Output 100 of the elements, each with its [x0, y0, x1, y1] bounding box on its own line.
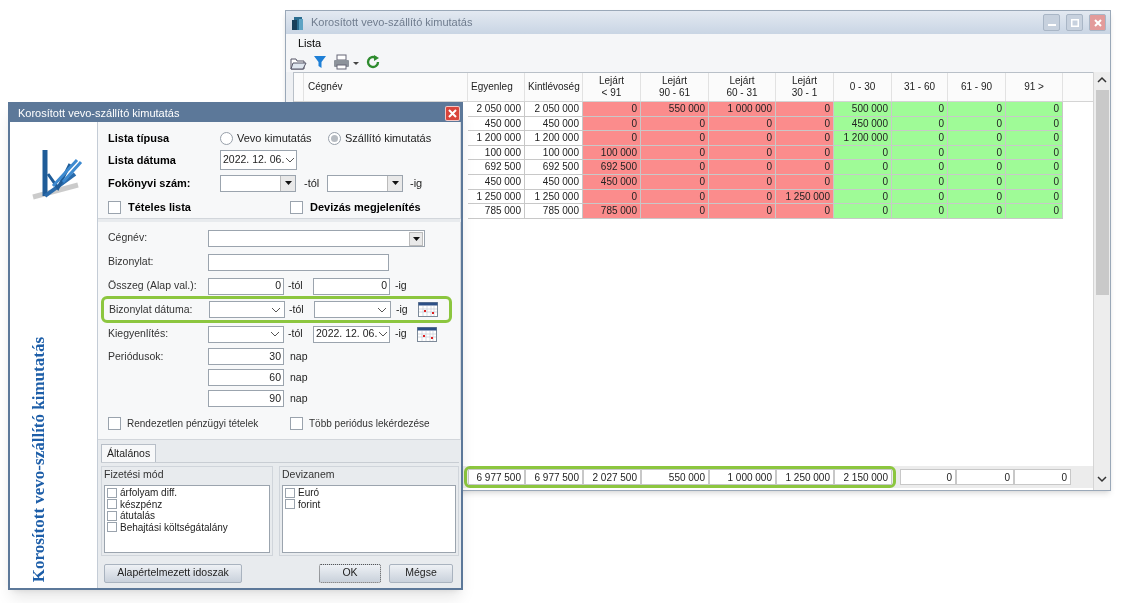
calendar-icon[interactable]	[417, 302, 438, 317]
input-field[interactable]: 90	[208, 390, 284, 407]
checkbox[interactable]	[108, 416, 121, 430]
column-header[interactable]: Lejárt 30 - 1	[776, 73, 834, 101]
table-cell: 0	[1006, 131, 1063, 146]
button[interactable]: OK	[319, 563, 381, 583]
close-icon	[1093, 18, 1102, 27]
input-field[interactable]: 30	[208, 348, 284, 365]
table-cell: 0	[709, 204, 776, 219]
input-field[interactable]: 60	[208, 369, 284, 386]
total-cell: 2 150 000	[834, 469, 892, 485]
date-field[interactable]	[314, 301, 391, 318]
maximize-icon	[1070, 18, 1079, 27]
table-cell: 2 050 000	[468, 102, 525, 117]
field-label: Periódusok:	[108, 348, 165, 364]
close-button[interactable]	[1089, 14, 1106, 31]
date-field[interactable]	[208, 325, 284, 343]
radio-label: Vevo kimutatás	[237, 130, 312, 146]
maximize-button[interactable]	[1066, 14, 1083, 31]
scrollbar-thumb[interactable]	[1095, 90, 1109, 295]
tab[interactable]: Általános	[101, 444, 157, 462]
unit-label: nap	[290, 390, 308, 406]
dropdown-arrow-icon	[390, 179, 400, 187]
calendar-icon[interactable]	[416, 326, 437, 342]
minimize-icon	[1047, 24, 1056, 26]
scrollbar[interactable]	[1093, 72, 1110, 490]
checkbox[interactable]	[107, 487, 117, 498]
table-cell: 0	[834, 204, 892, 219]
field-label: Lista típusa	[108, 130, 171, 146]
checkbox[interactable]	[290, 416, 303, 430]
input-field[interactable]: 0	[208, 277, 284, 295]
table-cell: 692 500	[583, 160, 641, 175]
table-cell: 1 200 000	[525, 131, 583, 146]
checkbox-label: Behajtási költségátalány	[120, 521, 228, 533]
range-label: -ig	[395, 326, 407, 342]
column-header[interactable]: Egyenleg	[468, 73, 525, 101]
input-field[interactable]	[208, 253, 389, 271]
field-label: Lista dátuma	[108, 152, 177, 168]
table-cell: 550 000	[641, 102, 709, 117]
table-cell: 785 000	[583, 204, 641, 219]
range-label: -ig	[410, 175, 423, 191]
checkbox[interactable]	[107, 510, 117, 521]
column-header[interactable]: 61 - 90	[948, 73, 1006, 101]
menu-item[interactable]: Lista	[296, 34, 324, 52]
total-cell: 1 250 000	[776, 469, 834, 485]
checkbox[interactable]	[107, 499, 117, 510]
column-header[interactable]: 91 >	[1006, 73, 1063, 101]
dropdown-field[interactable]	[208, 229, 425, 247]
column-header[interactable]: 0 - 30	[834, 73, 892, 101]
table-cell: 2 050 000	[525, 102, 583, 117]
date-field[interactable]	[209, 301, 285, 318]
checkbox[interactable]	[290, 200, 303, 214]
dropdown-field[interactable]	[327, 174, 403, 192]
field-label: Bizonylat:	[108, 254, 155, 270]
column-header[interactable]: 31 - 60	[892, 73, 948, 101]
table-cell: 0	[641, 131, 709, 146]
total-cell: 550 000	[641, 469, 709, 485]
column-header[interactable]: Kintlévoség	[525, 73, 583, 101]
button[interactable]: Mégse	[389, 563, 453, 583]
refresh-icon[interactable]	[366, 54, 382, 70]
table-cell: 0	[1006, 102, 1063, 117]
table-cell: 0	[641, 204, 709, 219]
button[interactable]: Alapértelmezett idoszak	[104, 563, 242, 583]
total-cell: 6 977 500	[525, 469, 583, 485]
radio-button[interactable]	[220, 131, 233, 145]
range-label: -tól	[288, 326, 304, 342]
dropdown-field[interactable]	[220, 174, 296, 192]
column-header[interactable]: Lejárt < 91	[583, 73, 641, 101]
checkbox-label: Euró	[298, 487, 320, 499]
field-value: 2022. 12. 06.	[223, 152, 285, 168]
date-field[interactable]: 2022. 12. 06.	[313, 325, 390, 343]
table-cell: 500 000	[834, 102, 892, 117]
field-label: Kiegyenlítés:	[108, 326, 170, 342]
checkbox[interactable]	[108, 200, 121, 214]
column-header[interactable]: Cégnév	[304, 73, 468, 101]
checkbox[interactable]	[285, 499, 295, 510]
column-header[interactable]: Lejárt 60 - 31	[709, 73, 776, 101]
filter-icon[interactable]	[313, 54, 327, 70]
window-title: Korosított vevo-szállító kimutatás	[311, 15, 474, 31]
checkbox[interactable]	[107, 522, 117, 533]
chevron-down-icon	[284, 155, 297, 165]
minimize-button[interactable]	[1043, 14, 1060, 31]
total-cell: 1 000 000	[709, 469, 776, 485]
column-header[interactable]: Lejárt 90 - 61	[641, 73, 709, 101]
table-cell: 0	[709, 131, 776, 146]
radio-button[interactable]	[328, 131, 341, 145]
table-cell: 0	[892, 160, 948, 175]
total-cell: 0	[1014, 469, 1071, 485]
date-field[interactable]: 2022. 12. 06.	[220, 150, 297, 170]
printer-icon[interactable]	[333, 54, 360, 70]
field-value: 0	[274, 278, 281, 294]
input-field[interactable]: 0	[313, 277, 390, 295]
checkbox[interactable]	[285, 487, 295, 498]
field-label: Fokönyvi szám:	[108, 175, 192, 191]
table-cell: 0	[948, 160, 1006, 175]
field-value: 2022. 12. 06.	[316, 326, 378, 342]
unit-label: nap	[290, 369, 308, 385]
table-cell: 0	[1006, 160, 1063, 175]
range-label: -tól	[304, 175, 321, 191]
checkbox-label: forint	[298, 498, 321, 510]
